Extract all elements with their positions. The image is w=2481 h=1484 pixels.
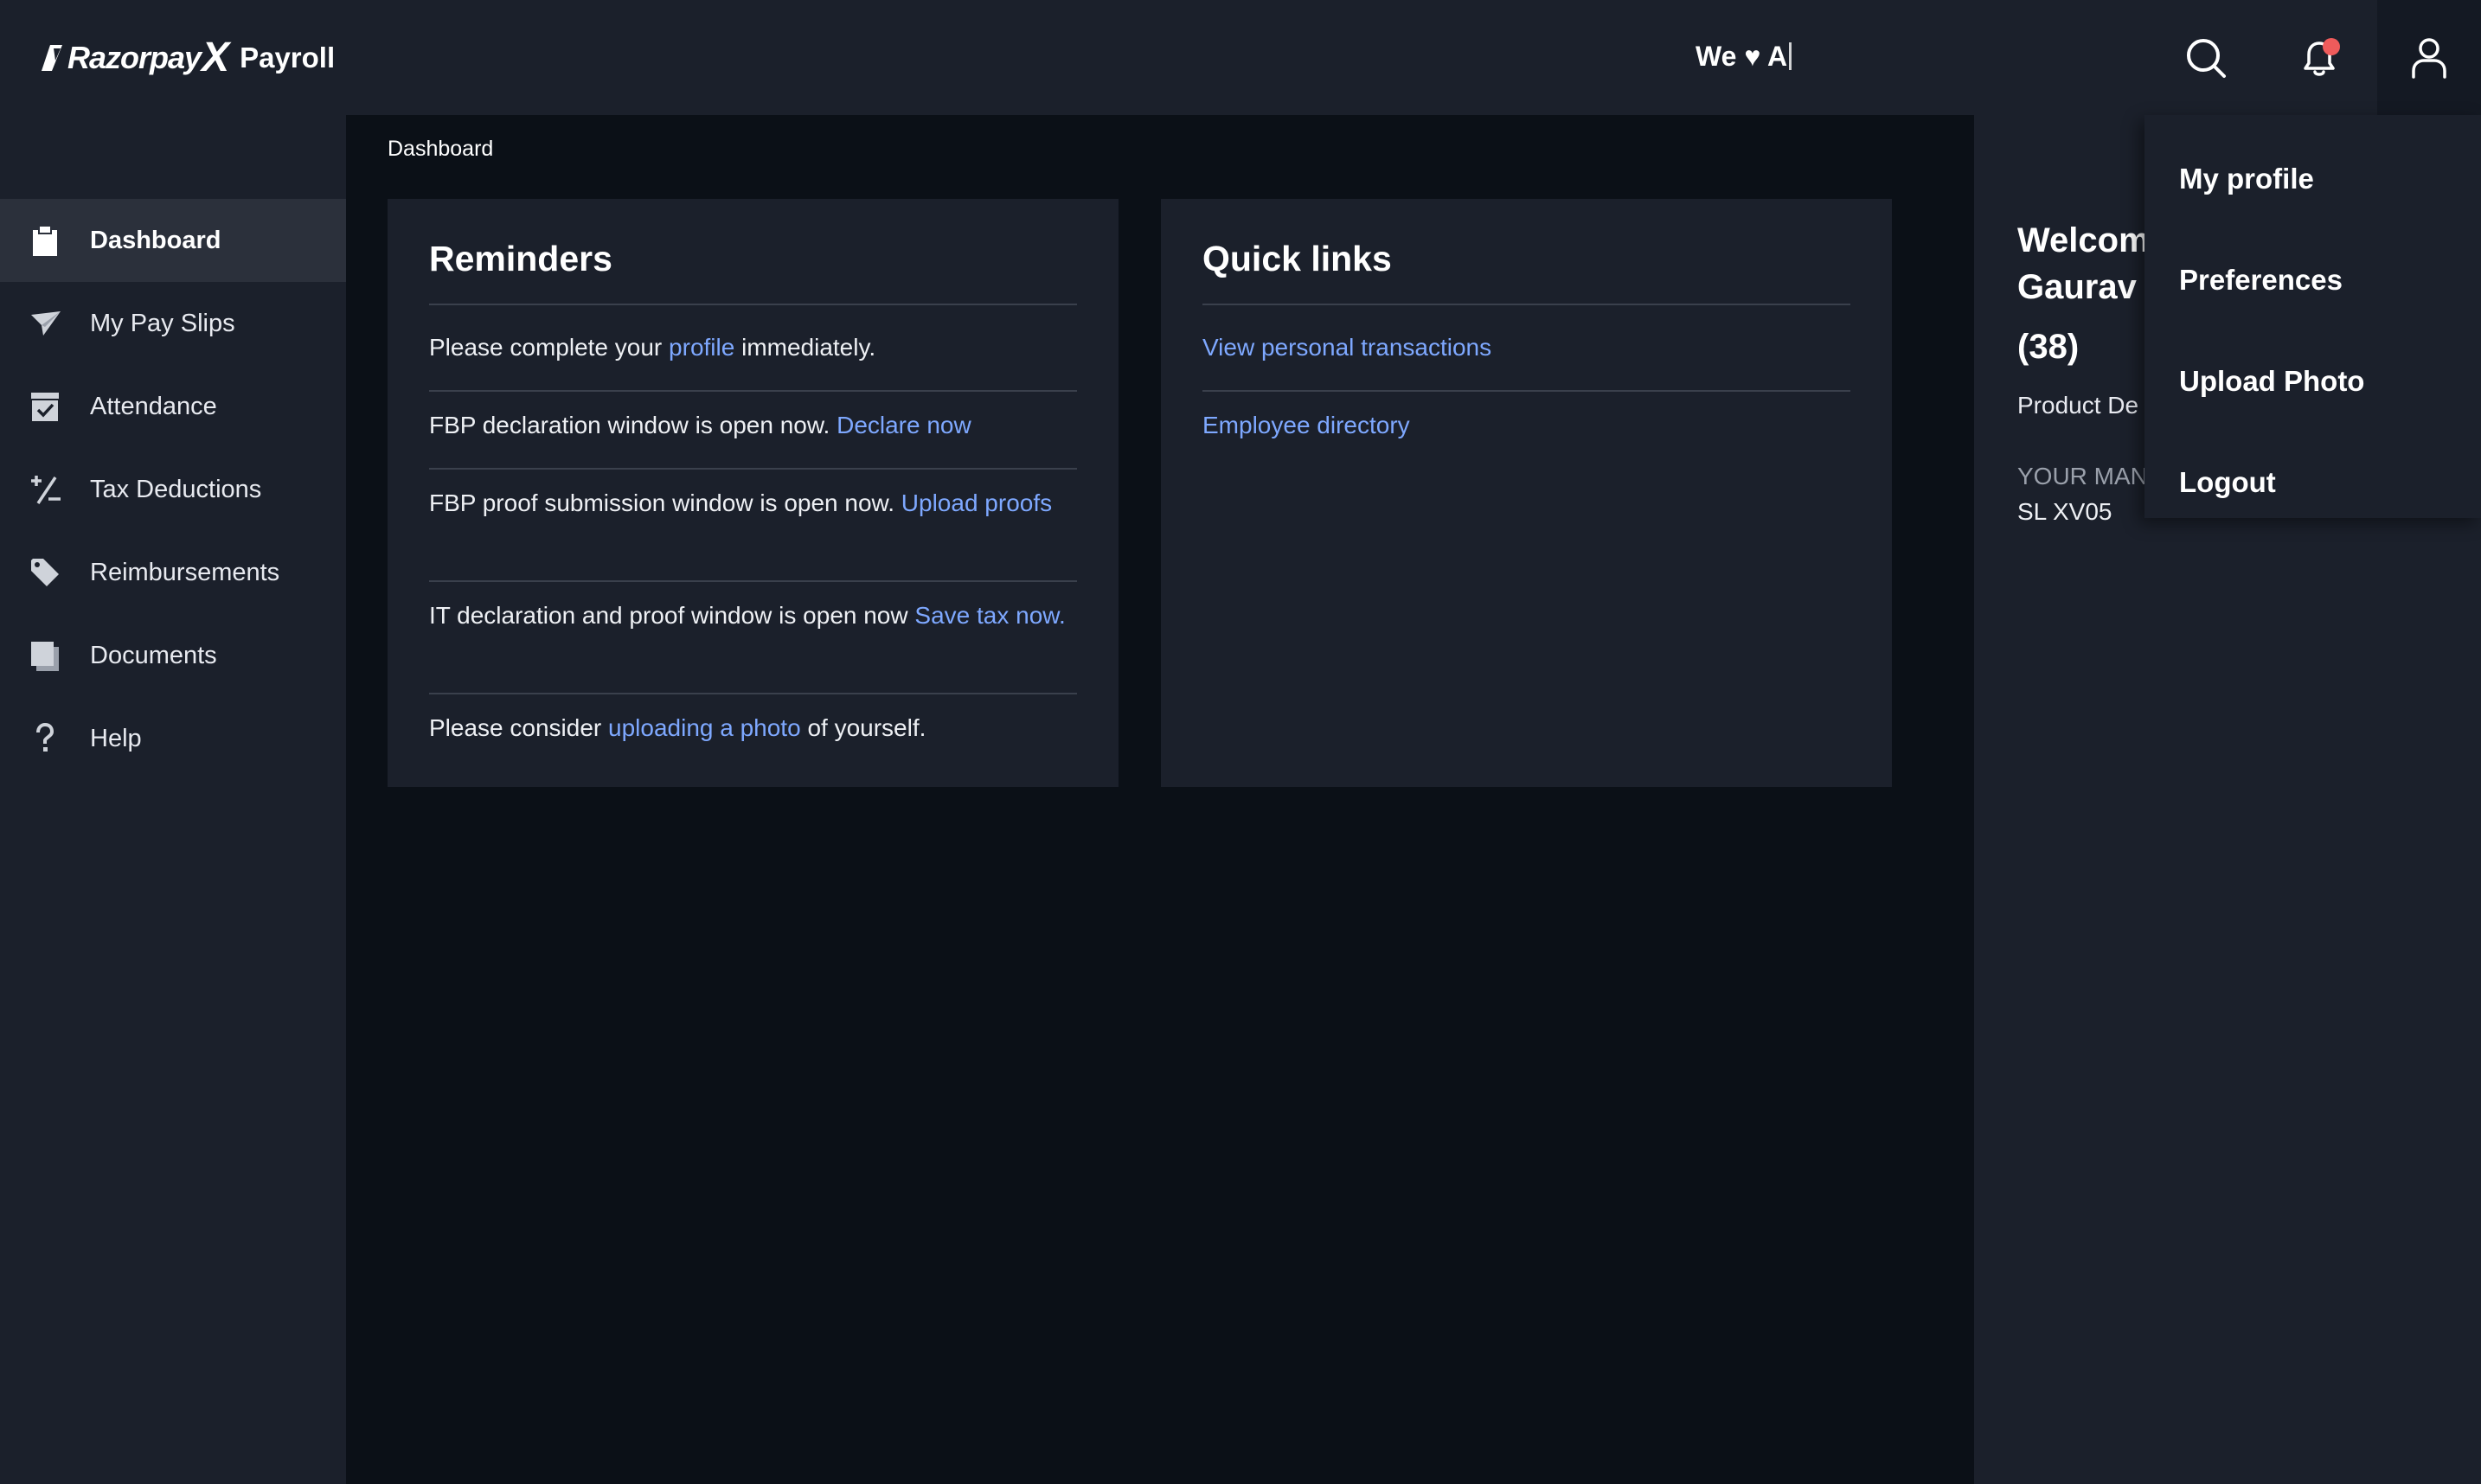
reminder-text: FBP declaration window is open now. [429, 412, 837, 438]
reminder-text: Please complete your [429, 334, 670, 361]
card-title: Quick links [1202, 239, 1392, 278]
top-bar: Razorpay X Payroll We ♥ A [0, 0, 2481, 115]
reminder-item: Please consider uploading a photo of you… [429, 711, 1077, 745]
sidebar-item-label: Documents [90, 641, 217, 669]
employee-role: Product De [2017, 392, 2139, 419]
sidebar-item-label: Dashboard [90, 226, 221, 254]
tagline-text: We ♥ A [1696, 40, 1788, 72]
search-button[interactable] [2150, 0, 2262, 115]
sidebar-item-attendance[interactable]: Attendance [0, 365, 346, 448]
reminder-text: Please consider [429, 714, 609, 741]
main-content: Dashboard Reminders Please complete your… [346, 115, 1974, 1484]
upload-proofs-link[interactable]: Upload proofs [901, 489, 1052, 516]
manager-label: YOUR MAN [2017, 463, 2148, 489]
documents-icon [31, 642, 59, 671]
sidebar-item-tax-deductions[interactable]: Tax Deductions [0, 448, 346, 531]
app-root: Razorpay X Payroll We ♥ A Dashboard My P… [0, 0, 2481, 1484]
sidebar-item-label: Tax Deductions [90, 475, 262, 503]
reminder-text: FBP proof submission window is open now. [429, 489, 901, 516]
employee-id: (38) [2017, 328, 2080, 366]
user-dropdown-menu: My profile Preferences Upload Photo Logo… [2144, 115, 2481, 518]
quick-links-card: Quick links View personal transactions E… [1161, 199, 1892, 787]
paper-plane-icon [31, 311, 61, 336]
menu-item-my-profile[interactable]: My profile [2144, 129, 2481, 229]
reminder-item: Please complete your profile immediately… [429, 330, 1077, 365]
profile-link[interactable]: profile [669, 334, 734, 361]
reminder-text: IT declaration and proof window is open … [429, 602, 915, 629]
reminder-item: IT declaration and proof window is open … [429, 598, 1077, 633]
quick-link-item: View personal transactions [1202, 330, 1850, 365]
sidebar-item-my-pay-slips[interactable]: My Pay Slips [0, 282, 346, 365]
sidebar-item-reimbursements[interactable]: Reimbursements [0, 531, 346, 614]
user-icon [2412, 37, 2446, 79]
reminder-text: immediately. [734, 334, 876, 361]
upload-photo-link[interactable]: uploading a photo [608, 714, 801, 741]
divider [429, 580, 1077, 582]
product-name: Payroll [240, 42, 336, 74]
razorpayx-payroll-logo[interactable]: Razorpay X Payroll [42, 33, 335, 83]
reminder-item: FBP proof submission window is open now.… [429, 486, 1077, 521]
divider [429, 468, 1077, 470]
breadcrumb[interactable]: Dashboard [388, 137, 493, 162]
divider [1202, 304, 1850, 305]
manager-value: SL XV05 [2017, 498, 2112, 525]
sidebar-item-documents[interactable]: Documents [0, 614, 346, 697]
divider [429, 390, 1077, 392]
sidebar-item-dashboard[interactable]: Dashboard [0, 199, 346, 282]
calendar-check-icon [31, 393, 59, 421]
card-title: Reminders [429, 239, 612, 278]
typing-caret [1789, 42, 1792, 70]
reminder-text: of yourself. [800, 714, 926, 741]
razorpay-mark-icon [42, 45, 62, 71]
sidebar-item-label: Help [90, 724, 142, 752]
sidebar: Dashboard My Pay Slips Attendance Tax De… [0, 115, 346, 1484]
divider [429, 693, 1077, 694]
employee-directory-link[interactable]: Employee directory [1202, 412, 1410, 438]
brand-name: Razorpay [67, 40, 202, 75]
notification-dot [2323, 38, 2340, 55]
reminder-item: FBP declaration window is open now. Decl… [429, 408, 1077, 443]
sidebar-item-label: Attendance [90, 392, 217, 420]
user-menu-button[interactable] [2377, 0, 2481, 115]
notifications-button[interactable] [2263, 0, 2375, 115]
menu-item-preferences[interactable]: Preferences [2144, 230, 2481, 330]
sidebar-item-help[interactable]: Help [0, 697, 346, 780]
search-icon [2187, 38, 2226, 78]
menu-item-upload-photo[interactable]: Upload Photo [2144, 331, 2481, 432]
declare-now-link[interactable]: Declare now [837, 412, 971, 438]
divider [1202, 390, 1850, 392]
clipboard-icon [33, 225, 57, 256]
sidebar-item-label: Reimbursements [90, 558, 280, 586]
view-personal-transactions-link[interactable]: View personal transactions [1202, 334, 1491, 361]
tag-icon [31, 559, 59, 586]
header-tagline: We ♥ A [1696, 35, 1792, 78]
sidebar-item-label: My Pay Slips [90, 309, 235, 337]
menu-item-logout[interactable]: Logout [2144, 432, 2481, 533]
brand-x: X [202, 35, 230, 80]
quick-link-item: Employee directory [1202, 408, 1850, 443]
save-tax-link[interactable]: Save tax now. [914, 602, 1065, 629]
percent-icon [31, 476, 61, 504]
divider [429, 304, 1077, 305]
reminders-card: Reminders Please complete your profile i… [388, 199, 1119, 787]
question-mark-icon [36, 723, 54, 752]
